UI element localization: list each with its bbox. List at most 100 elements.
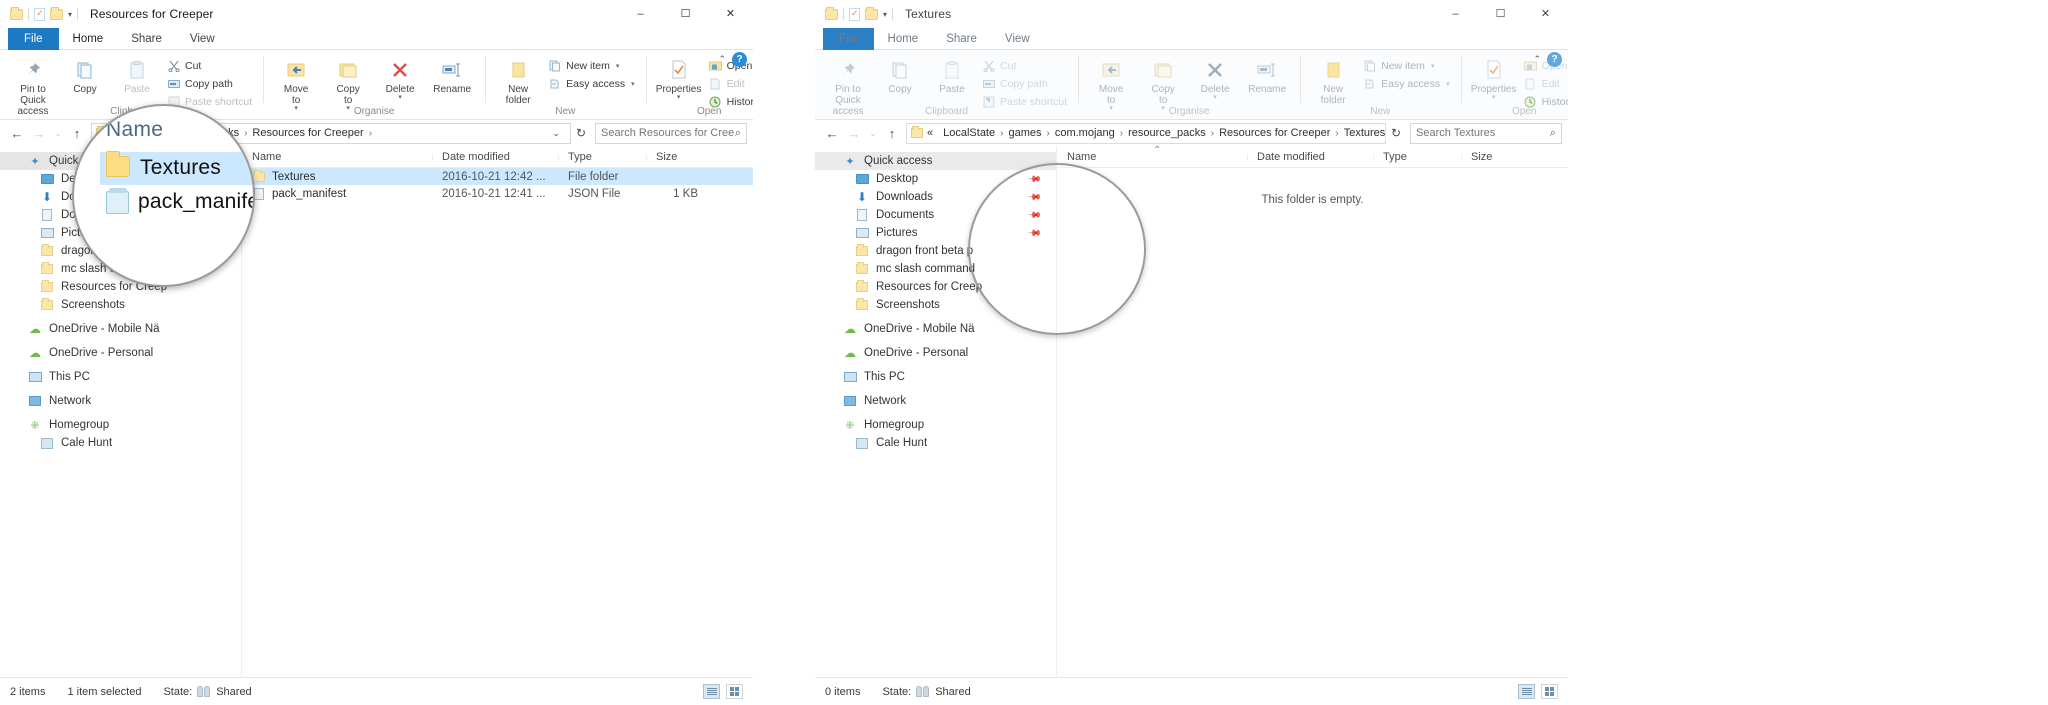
new-item-button[interactable]: New item ▾: [1359, 58, 1453, 73]
move-to-button[interactable]: Move to ▾: [1085, 54, 1137, 112]
maximize-button[interactable]: ☐: [1478, 0, 1523, 28]
forward-button[interactable]: →: [843, 122, 865, 144]
back-button[interactable]: ←: [821, 122, 843, 144]
sidebar-item-cale-hunt[interactable]: Cale Hunt: [815, 434, 1056, 452]
tab-share[interactable]: Share: [932, 28, 991, 50]
copy-button[interactable]: Copy: [59, 54, 111, 95]
large-icons-view-button[interactable]: [1541, 684, 1558, 699]
tab-file[interactable]: File: [8, 28, 59, 50]
copy-path-button[interactable]: Copy path: [978, 76, 1071, 91]
column-header-type[interactable]: Type: [1373, 151, 1461, 163]
sidebar-item-onedrive-personal[interactable]: ☁ OneDrive - Personal: [0, 344, 241, 362]
table-row[interactable]: Textures 2016-10-21 12:42 ... File folde…: [242, 168, 753, 185]
tab-view[interactable]: View: [176, 28, 229, 50]
column-header-date-modified[interactable]: Date modified: [1247, 151, 1373, 163]
sidebar-item-onedrive-personal[interactable]: ☁ OneDrive - Personal: [815, 344, 1056, 362]
edit-button[interactable]: Edit: [705, 76, 753, 91]
new-folder-quick-icon[interactable]: [865, 6, 878, 20]
close-button[interactable]: ✕: [1523, 0, 1568, 28]
new-folder-button[interactable]: New folder: [1307, 54, 1359, 106]
tab-file[interactable]: File: [823, 28, 874, 50]
copy-button[interactable]: Copy: [874, 54, 926, 95]
large-icons-view-button[interactable]: [726, 684, 743, 699]
cut-button[interactable]: Cut: [163, 58, 256, 73]
forward-button[interactable]: →: [28, 122, 50, 144]
breadcrumb-overflow-icon[interactable]: «: [927, 127, 933, 139]
details-view-button[interactable]: [703, 684, 720, 699]
properties-button[interactable]: Properties ▾: [653, 54, 705, 101]
sidebar-item-quick-access[interactable]: ✦ Quick access: [815, 152, 1056, 170]
sidebar-item-homegroup[interactable]: ⁜ Homegroup: [0, 416, 241, 434]
refresh-button[interactable]: ↻: [1386, 126, 1406, 140]
properties-quick-icon[interactable]: [34, 7, 45, 21]
breadcrumb[interactable]: « LocalState › games › com.mojang › reso…: [906, 122, 1386, 144]
tab-home[interactable]: Home: [874, 28, 933, 50]
column-header-type[interactable]: Type: [558, 151, 646, 163]
properties-quick-icon[interactable]: [849, 7, 860, 21]
paste-button[interactable]: Paste: [111, 54, 163, 95]
help-icon[interactable]: ?: [732, 52, 747, 67]
chevron-down-icon[interactable]: ▾: [68, 10, 72, 19]
breadcrumb-item-0[interactable]: LocalState: [943, 127, 995, 139]
sidebar-item-network[interactable]: Network: [815, 392, 1056, 410]
minimize-button[interactable]: –: [618, 0, 663, 28]
sidebar-item-homegroup[interactable]: ⁜ Homegroup: [815, 416, 1056, 434]
help-icon[interactable]: ?: [1547, 52, 1562, 67]
search-box[interactable]: Search Resources for Creeper ⌕: [595, 122, 747, 144]
collapse-ribbon-icon[interactable]: ⌃: [1533, 54, 1541, 65]
cut-button[interactable]: Cut: [978, 58, 1071, 73]
column-header-name[interactable]: Name: [242, 151, 432, 163]
recent-locations-button[interactable]: ⌄: [865, 122, 881, 144]
sidebar-item-this-pc[interactable]: This PC: [0, 368, 241, 386]
tab-view[interactable]: View: [991, 28, 1044, 50]
copy-to-button[interactable]: Copy to ▾: [322, 54, 374, 112]
rename-button[interactable]: Rename: [426, 54, 478, 95]
sidebar-item-onedrive-mobile[interactable]: ☁ OneDrive - Mobile Nä: [0, 320, 241, 338]
maximize-button[interactable]: ☐: [663, 0, 708, 28]
breadcrumb-item-1[interactable]: games: [1008, 127, 1041, 139]
sidebar-item-cale-hunt[interactable]: Cale Hunt: [0, 434, 241, 452]
sidebar-item-network[interactable]: Network: [0, 392, 241, 410]
search-input[interactable]: Search Textures: [1416, 127, 1495, 139]
delete-button[interactable]: Delete ▾: [1189, 54, 1241, 101]
easy-access-button[interactable]: Easy access ▾: [1359, 76, 1453, 91]
search-box[interactable]: Search Textures ⌕: [1410, 122, 1562, 144]
paste-button[interactable]: Paste: [926, 54, 978, 95]
back-button[interactable]: ←: [6, 122, 28, 144]
recent-locations-button[interactable]: ⌄: [50, 122, 66, 144]
edit-button[interactable]: Edit: [1520, 76, 1568, 91]
column-header-date-modified[interactable]: Date modified: [432, 151, 558, 163]
breadcrumb-dropdown-icon[interactable]: ⌄: [546, 128, 566, 139]
tab-share[interactable]: Share: [117, 28, 176, 50]
properties-button[interactable]: Properties ▾: [1468, 54, 1520, 101]
breadcrumb-item-4[interactable]: Resources for Creeper: [1219, 127, 1330, 139]
up-button[interactable]: ↑: [881, 122, 903, 144]
copy-path-button[interactable]: Copy path: [163, 76, 256, 91]
chevron-down-icon[interactable]: ▾: [883, 10, 887, 19]
new-folder-button[interactable]: New folder: [492, 54, 544, 106]
collapse-ribbon-icon[interactable]: ⌃: [718, 54, 726, 65]
refresh-button[interactable]: ↻: [571, 126, 591, 140]
breadcrumb-item-2[interactable]: Resources for Creeper: [252, 127, 363, 139]
table-row[interactable]: pack_manifest 2016-10-21 12:41 ... JSON …: [242, 185, 753, 202]
sidebar-item-screenshots[interactable]: Screenshots: [0, 296, 241, 314]
tab-home[interactable]: Home: [58, 28, 118, 51]
column-header-size[interactable]: Size: [1461, 151, 1525, 163]
breadcrumb-item-5[interactable]: Textures: [1344, 127, 1385, 139]
breadcrumb-item-2[interactable]: com.mojang: [1055, 127, 1115, 139]
search-input[interactable]: Search Resources for Creeper: [601, 127, 735, 139]
details-view-button[interactable]: [1518, 684, 1535, 699]
rename-button[interactable]: Rename: [1241, 54, 1293, 95]
delete-button[interactable]: Delete ▾: [374, 54, 426, 101]
new-item-button[interactable]: New item ▾: [544, 58, 638, 73]
copy-to-button[interactable]: Copy to ▾: [1137, 54, 1189, 112]
close-button[interactable]: ✕: [708, 0, 753, 28]
minimize-button[interactable]: –: [1433, 0, 1478, 28]
easy-access-button[interactable]: Easy access ▾: [544, 76, 638, 91]
new-folder-quick-icon[interactable]: [50, 6, 63, 20]
breadcrumb-item-3[interactable]: resource_packs: [1128, 127, 1206, 139]
column-header-name[interactable]: Name ⌃: [1057, 145, 1247, 163]
column-header-size[interactable]: Size: [646, 151, 710, 163]
move-to-button[interactable]: Move to ▾: [270, 54, 322, 112]
sidebar-item-this-pc[interactable]: This PC: [815, 368, 1056, 386]
